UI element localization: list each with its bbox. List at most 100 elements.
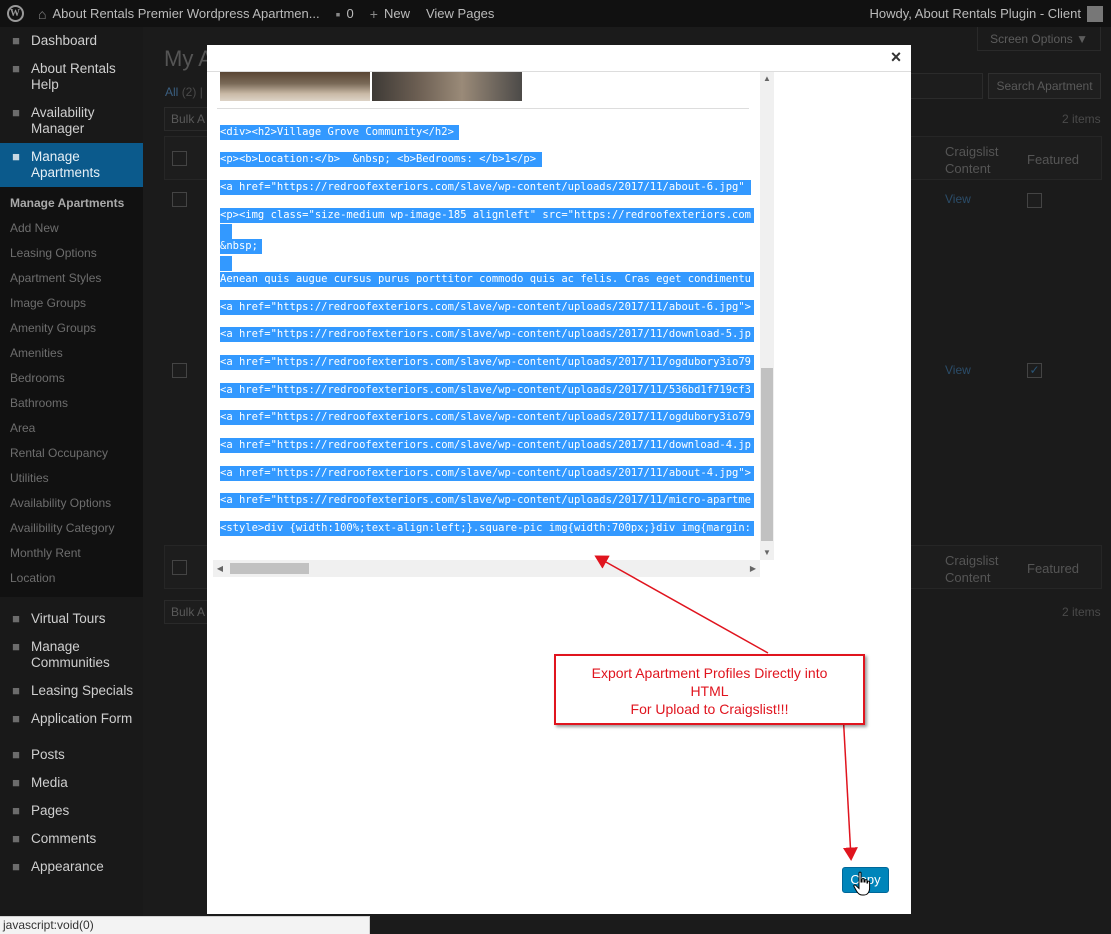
submenu-item-area[interactable]: Area — [0, 416, 143, 441]
sidebar-item-about-rentals-help[interactable]: ■ About Rentals Help — [0, 55, 143, 99]
horizontal-scrollbar[interactable]: ◀ ▶ — [213, 560, 760, 577]
pages-icon: ■ — [12, 803, 20, 818]
sidebar-item-availability-manager[interactable]: ■ Availability Manager — [0, 99, 143, 143]
code-line: <a href="https://redroofexteriors.com/sl… — [220, 383, 754, 398]
admin-bar: W ⌂ About Rentals Premier Wordpress Apar… — [0, 0, 1111, 27]
select-all-checkbox[interactable] — [172, 151, 187, 166]
annotation-callout: Export Apartment Profiles Directly into … — [554, 654, 865, 725]
submenu-item-amenity-groups[interactable]: Amenity Groups — [0, 316, 143, 341]
close-icon[interactable]: × — [887, 48, 905, 66]
code-line: <a href="https://redroofexteriors.com/sl… — [220, 327, 754, 342]
sidebar-item-label: Media — [31, 775, 68, 790]
export-html-modal: × <div><h2>Village Grove Community</h2> <… — [207, 45, 911, 914]
featured-toggle-checked[interactable]: ✓ — [1027, 363, 1042, 378]
submenu-item-rental-occupancy[interactable]: Rental Occupancy — [0, 441, 143, 466]
tours-icon: ■ — [12, 611, 20, 626]
craigslist-view-link[interactable]: View — [945, 363, 971, 377]
code-line: <a href="https://redroofexteriors.com/sl… — [220, 355, 754, 370]
vertical-scroll-thumb[interactable] — [761, 368, 773, 541]
comments-count: 0 — [346, 6, 354, 21]
submenu-item-bathrooms[interactable]: Bathrooms — [0, 391, 143, 416]
media-icon: ■ — [12, 775, 20, 790]
sidebar-item-application-form[interactable]: ■ Application Form — [0, 705, 143, 733]
submenu-item-add-new[interactable]: Add New — [0, 216, 143, 241]
sidebar-item-manage-communities[interactable]: ■ Manage Communities — [0, 633, 143, 677]
sidebar-item-manage-apartments[interactable]: ■ Manage Apartments — [0, 143, 143, 187]
sidebar-item-dashboard[interactable]: ■ Dashboard — [0, 27, 143, 55]
submenu-item-location[interactable]: Location — [0, 566, 143, 591]
search-input[interactable] — [909, 73, 983, 99]
submenu-item-amenities[interactable]: Amenities — [0, 341, 143, 366]
code-line: <a href="https://redroofexteriors.com/sl… — [220, 438, 754, 453]
howdy-label: Howdy, About Rentals Plugin - Client — [869, 6, 1081, 21]
sidebar-item-media[interactable]: ■ Media — [0, 769, 143, 797]
site-name-link[interactable]: ⌂ About Rentals Premier Wordpress Apartm… — [30, 0, 328, 27]
annotation-line: Export Apartment Profiles Directly into — [591, 665, 828, 681]
posts-icon: ■ — [12, 747, 20, 762]
scroll-down-icon[interactable]: ▼ — [760, 546, 774, 560]
craigslist-view-link[interactable]: View — [945, 192, 971, 206]
sidebar-item-appearance[interactable]: ■ Appearance — [0, 853, 143, 881]
featured-toggle[interactable] — [1027, 193, 1042, 208]
sidebar-item-label: Availability Manager — [31, 105, 95, 136]
submenu-item-utilities[interactable]: Utilities — [0, 466, 143, 491]
row-checkbox[interactable] — [172, 192, 187, 207]
col-craigslist-header[interactable]: Craigslist Content — [945, 143, 1015, 177]
col-craigslist-footer[interactable]: Craigslist Content — [945, 552, 1015, 586]
home-icon: ⌂ — [38, 5, 47, 22]
code-line: <a href="https://redroofexteriors.com/sl… — [220, 300, 754, 315]
submenu-item-monthly-rent[interactable]: Monthly Rent — [0, 541, 143, 566]
submenu-item-apartment-styles[interactable]: Apartment Styles — [0, 266, 143, 291]
code-line: Aenean quis augue cursus purus porttitor… — [220, 272, 754, 287]
sidebar-item-label: Dashboard — [31, 33, 98, 48]
submenu-item-availibility-category[interactable]: Availibility Category — [0, 516, 143, 541]
apartment-photo — [220, 72, 370, 101]
apartments-submenu: Manage Apartments Add New Leasing Options A… — [0, 187, 143, 597]
scroll-up-icon[interactable]: ▲ — [760, 72, 774, 86]
comments-link[interactable]: ▪ 0 — [328, 0, 362, 27]
account-menu[interactable]: Howdy, About Rentals Plugin - Client — [862, 0, 1111, 27]
horizontal-scroll-thumb[interactable] — [230, 563, 309, 574]
dashboard-icon: ■ — [12, 33, 20, 48]
submenu-item-manage-apartments[interactable]: Manage Apartments — [0, 191, 143, 216]
col-featured-header[interactable]: Featured — [1027, 151, 1079, 168]
items-count-top: 2 items — [1062, 112, 1101, 126]
sidebar-item-comments[interactable]: ■ Comments — [0, 825, 143, 853]
view-filter[interactable]: All (2) | — [165, 85, 203, 99]
wordpress-logo-icon[interactable]: W — [0, 0, 30, 27]
apartment-photo — [372, 72, 522, 101]
appearance-icon: ■ — [12, 859, 20, 874]
submenu-item-leasing-options[interactable]: Leasing Options — [0, 241, 143, 266]
page-title: My A — [164, 46, 213, 71]
sidebar-item-posts[interactable]: ■ Posts — [0, 741, 143, 769]
submenu-item-bedrooms[interactable]: Bedrooms — [0, 366, 143, 391]
sidebar-item-label: Pages — [31, 803, 70, 818]
submenu-item-availability-options[interactable]: Availability Options — [0, 491, 143, 516]
code-line: <a href="https://redroofexteriors.com/sl… — [220, 493, 754, 508]
new-content-link[interactable]: + New — [362, 0, 418, 27]
sidebar-item-virtual-tours[interactable]: ■ Virtual Tours — [0, 605, 143, 633]
communities-icon: ■ — [12, 639, 20, 654]
code-line: <p><b>Location:</b> &nbsp; <b>Bedrooms: … — [220, 152, 542, 167]
sidebar-item-leasing-specials[interactable]: ■ Leasing Specials — [0, 677, 143, 705]
view-pages-link[interactable]: View Pages — [418, 0, 502, 27]
avatar — [1087, 5, 1103, 22]
code-line: <p><img class="size-medium wp-image-185 … — [220, 208, 754, 223]
scroll-right-icon[interactable]: ▶ — [746, 560, 760, 577]
row-checkbox[interactable] — [172, 363, 187, 378]
screen-options-button[interactable]: Screen Options ▼ — [977, 27, 1101, 51]
html-code-textarea[interactable]: <div><h2>Village Grove Community</h2> <p>… — [213, 72, 774, 577]
sidebar-item-pages[interactable]: ■ Pages — [0, 797, 143, 825]
search-apartment-button[interactable]: Search Apartment — [988, 73, 1101, 99]
col-featured-footer[interactable]: Featured — [1027, 560, 1079, 577]
comment-icon: ▪ — [335, 5, 341, 22]
comments-icon: ■ — [12, 831, 20, 846]
modal-header: × — [207, 45, 911, 72]
scroll-left-icon[interactable]: ◀ — [213, 560, 227, 577]
sidebar-item-label: Manage Communities — [31, 639, 110, 670]
select-all-checkbox-bottom[interactable] — [172, 560, 187, 575]
vertical-scrollbar[interactable]: ▲ ▼ — [760, 72, 774, 560]
submenu-item-image-groups[interactable]: Image Groups — [0, 291, 143, 316]
view-all-link[interactable]: All — [165, 85, 178, 99]
view-all-count: (2) — [181, 85, 197, 99]
